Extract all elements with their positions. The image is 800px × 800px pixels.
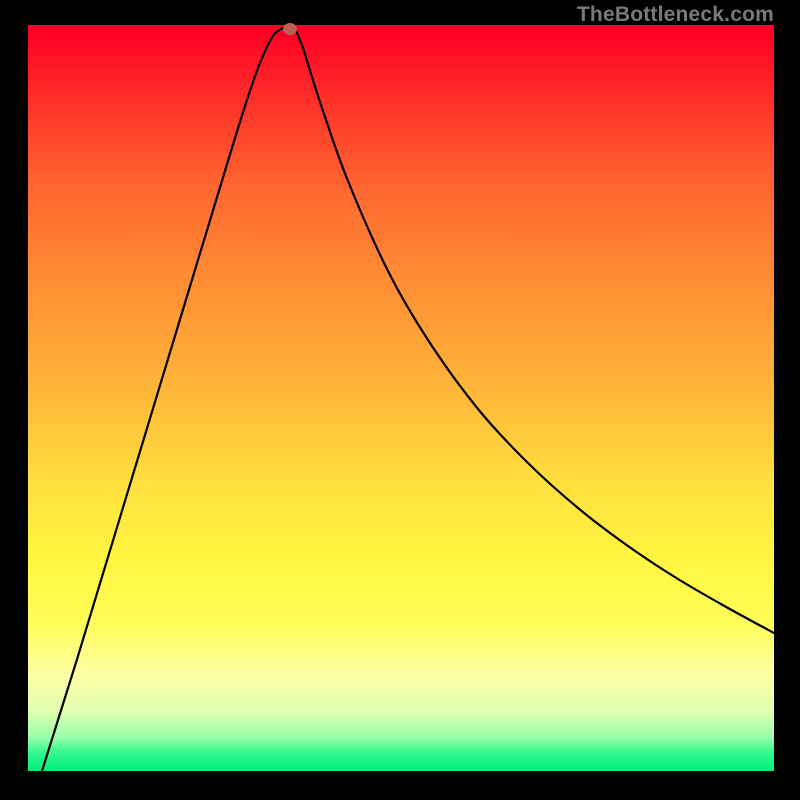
plot-area [28,25,774,771]
watermark-text: TheBottleneck.com [577,3,774,27]
curve-line [42,25,774,771]
curve-svg [28,25,774,771]
curve-min-marker [283,23,297,35]
chart-frame: TheBottleneck.com [0,0,800,800]
